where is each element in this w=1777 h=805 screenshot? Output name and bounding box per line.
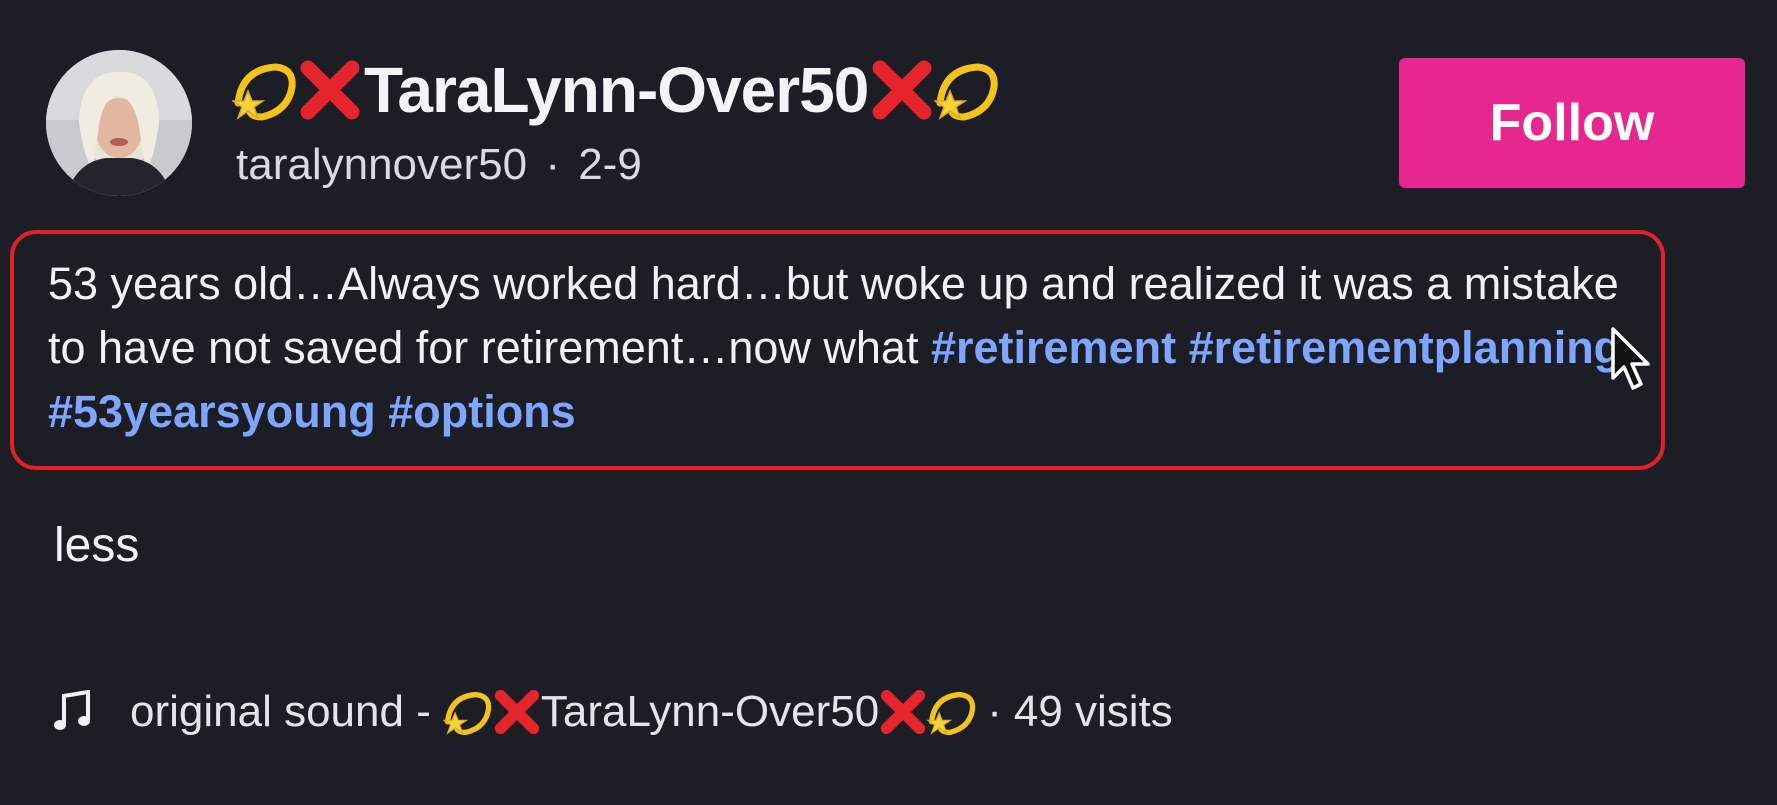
follow-button[interactable]: Follow (1399, 58, 1745, 188)
cross-mark-icon (872, 60, 932, 120)
dizzy-icon (442, 691, 492, 736)
caption: 53 years old…Always worked hard…but woke… (48, 252, 1648, 444)
mouse-pointer-icon (1611, 327, 1650, 390)
username[interactable]: taralynnover50 (236, 140, 527, 189)
sound-author: TaraLynn-Over50 (540, 687, 880, 736)
hashtag-options[interactable]: #options (388, 386, 576, 437)
dizzy-icon (934, 63, 998, 121)
meta-separator: · (545, 140, 560, 189)
sound-separator: · (987, 687, 1002, 736)
post-date: 2-9 (578, 140, 642, 189)
visit-count: 49 visits (1013, 687, 1173, 736)
dizzy-icon (232, 63, 296, 121)
music-note-icon (54, 690, 90, 730)
sound-prefix: original sound - (130, 687, 431, 736)
post-card: TaraLynn-Over50 taralynnover50 · 2-9 Fol… (0, 0, 1777, 805)
cross-mark-icon (494, 689, 539, 735)
hashtag-retirementplanning[interactable]: #retirementplanning (1189, 322, 1622, 373)
cross-mark-icon (881, 689, 926, 735)
hashtag-53yearsyoung[interactable]: #53yearsyoung (48, 386, 376, 437)
hashtag-retirement[interactable]: #retirement (931, 322, 1176, 373)
dizzy-icon (927, 691, 976, 736)
sound-row: original sound - TaraLynn-Over50 · 49 vi… (52, 682, 1173, 742)
post-meta: taralynnover50 · 2-9 (236, 140, 642, 190)
avatar[interactable] (46, 50, 192, 196)
less-button[interactable]: less (54, 518, 139, 573)
display-name[interactable]: TaraLynn-Over50 (232, 52, 1000, 128)
original-sound-link[interactable]: original sound - TaraLynn-Over50 (130, 687, 977, 737)
cross-mark-icon (300, 60, 360, 120)
display-name-text: TaraLynn-Over50 (364, 54, 869, 126)
